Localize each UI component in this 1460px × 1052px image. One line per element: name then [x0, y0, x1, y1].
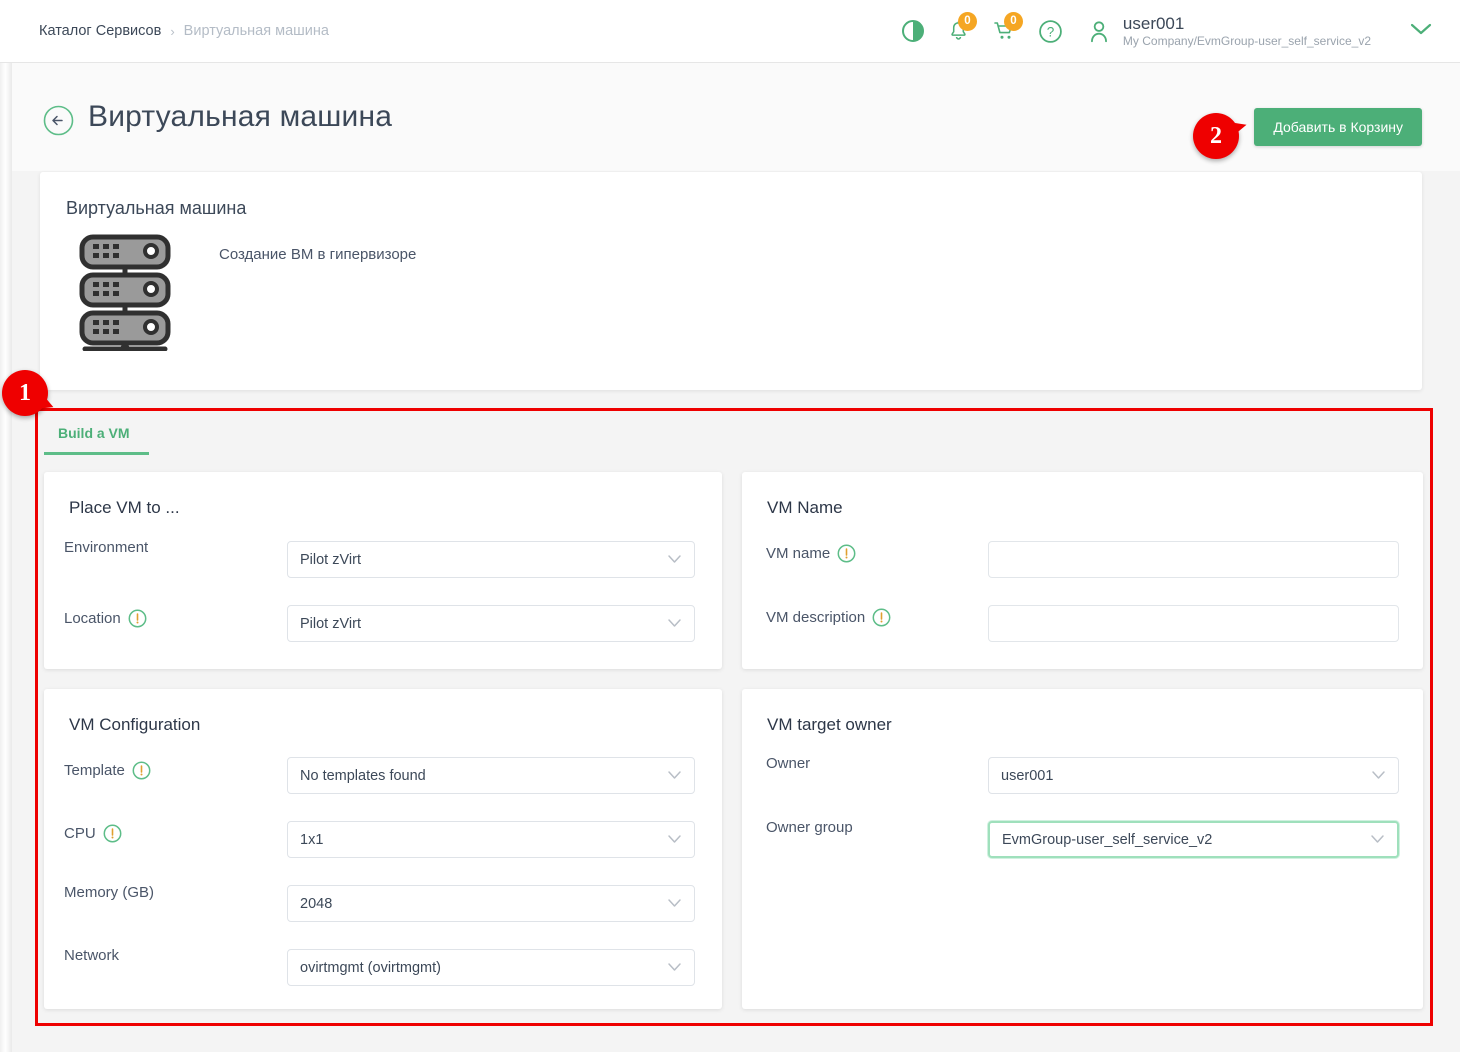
notifications-count-badge: 0	[957, 12, 977, 31]
field-vm-description: VM description	[766, 608, 891, 627]
app-root: Каталог Сервисов › Виртуальная машина 0	[0, 0, 1460, 1052]
panel-vm-configuration-title: VM Configuration	[69, 715, 201, 734]
breadcrumb-current: Виртуальная машина	[183, 23, 329, 39]
field-location-text: Location	[64, 610, 121, 627]
user-menu[interactable]: user001 My Company/EvmGroup-user_self_se…	[1086, 13, 1434, 49]
owner-group-select[interactable]: EvmGroup-user_self_service_v2	[988, 821, 1399, 858]
user-icon	[1090, 20, 1107, 42]
annotation-marker-2: 2	[1193, 113, 1239, 159]
svg-text:?: ?	[1047, 24, 1055, 39]
panel-vm-target-owner-title: VM target owner	[767, 715, 892, 734]
user-name: user001	[1122, 13, 1185, 33]
field-memory-label: Memory (GB)	[64, 884, 154, 901]
field-owner: Owner	[766, 755, 810, 772]
user-menu-chevron[interactable]	[1408, 21, 1434, 42]
field-vm-description-text: VM description	[766, 609, 866, 626]
field-environment: Environment	[64, 539, 148, 556]
annotation-marker-1: 1	[2, 370, 48, 416]
vm-name-input[interactable]	[988, 541, 1399, 578]
add-to-cart-button[interactable]: Добавить в Корзину	[1254, 108, 1422, 146]
field-environment-label: Environment	[64, 539, 149, 556]
location-select-value: Pilot zVirt	[300, 615, 361, 632]
top-bar-actions: 0 0 ? user001 My Company/EvmGroup-user_s…	[890, 9, 1434, 53]
chevron-down-icon	[1410, 23, 1432, 34]
collapsed-sidebar-rail[interactable]	[0, 63, 12, 1052]
field-vm-name: VM name	[766, 544, 856, 563]
template-select[interactable]: No templates found	[287, 757, 695, 794]
user-organization: My Company/EvmGroup-user_self_service_v2	[1122, 34, 1371, 49]
environment-select-value: Pilot zVirt	[300, 551, 361, 568]
required-info-icon	[872, 608, 891, 627]
breadcrumb-root-link[interactable]: Каталог Сервисов	[39, 23, 161, 39]
panel-vm-name-title: VM Name	[767, 498, 843, 517]
cart-count-badge: 0	[1003, 12, 1023, 31]
chevron-down-icon	[667, 960, 682, 976]
chevron-down-icon	[667, 832, 682, 848]
field-owner-label: Owner	[766, 755, 811, 772]
field-cpu-text: CPU	[64, 825, 96, 842]
service-description: Создание ВМ в гипервизоре	[219, 246, 417, 263]
back-button[interactable]	[43, 105, 74, 136]
owner-select-value: user001	[1001, 767, 1054, 784]
panel-place-vm-title: Place VM to ...	[69, 498, 180, 517]
field-template: Template	[64, 761, 151, 780]
field-template-label: Template	[64, 761, 151, 780]
field-network-label: Network	[64, 947, 120, 964]
tab-active-indicator	[44, 452, 149, 455]
required-info-icon	[128, 609, 147, 628]
network-select-value: ovirtmgmt (ovirtmgmt)	[300, 959, 441, 976]
field-vm-description-label: VM description	[766, 608, 891, 627]
memory-select[interactable]: 2048	[287, 885, 695, 922]
required-info-icon	[103, 824, 122, 843]
cpu-select-value: 1x1	[300, 831, 324, 848]
breadcrumb: Каталог Сервисов › Виртуальная машина	[39, 23, 329, 39]
field-location-label: Location	[64, 609, 147, 628]
server-stack-icon	[79, 234, 171, 354]
page-title: Виртуальная машина	[88, 100, 393, 133]
help-button[interactable]: ?	[1028, 9, 1074, 53]
chevron-down-icon	[1370, 832, 1385, 848]
memory-select-value: 2048	[300, 895, 333, 912]
notifications-button[interactable]: 0	[936, 9, 982, 53]
location-select[interactable]: Pilot zVirt	[287, 605, 695, 642]
field-vm-name-label: VM name	[766, 544, 856, 563]
breadcrumb-separator-icon: ›	[170, 23, 175, 39]
network-select[interactable]: ovirtmgmt (ovirtmgmt)	[287, 949, 695, 986]
field-template-text: Template	[64, 762, 125, 779]
tab-strip: Build a VM	[44, 415, 1424, 463]
cpu-select[interactable]: 1x1	[287, 821, 695, 858]
chevron-down-icon	[667, 768, 682, 784]
help-icon: ?	[1039, 19, 1063, 43]
back-arrow-icon	[43, 105, 74, 136]
chevron-down-icon	[667, 896, 682, 912]
top-navigation-bar: Каталог Сервисов › Виртуальная машина 0	[0, 0, 1460, 63]
vm-description-input[interactable]	[988, 605, 1399, 642]
service-card-body: Создание ВМ в гипервизоре	[40, 233, 1422, 356]
field-cpu: CPU	[64, 824, 122, 843]
field-owner-group-label: Owner group	[766, 819, 853, 836]
required-info-icon	[837, 544, 856, 563]
contrast-toggle-button[interactable]	[890, 9, 936, 53]
service-summary-card: Виртуальная машина Создание ВМ в гиперви…	[40, 172, 1422, 390]
field-cpu-label: CPU	[64, 824, 122, 843]
environment-select[interactable]: Pilot zVirt	[287, 541, 695, 578]
service-icon	[70, 233, 180, 356]
field-location: Location	[64, 609, 147, 628]
service-card-title: Виртуальная машина	[66, 198, 247, 218]
field-owner-group: Owner group	[766, 819, 853, 836]
owner-select[interactable]: user001	[988, 757, 1399, 794]
tab-build-a-vm[interactable]: Build a VM	[58, 425, 130, 453]
user-info: user001 My Company/EvmGroup-user_self_se…	[1123, 13, 1371, 49]
template-select-value: No templates found	[300, 767, 426, 784]
field-network: Network	[64, 947, 119, 964]
chevron-down-icon	[667, 552, 682, 568]
owner-group-select-value: EvmGroup-user_self_service_v2	[1002, 831, 1213, 848]
contrast-icon	[901, 20, 924, 42]
chevron-down-icon	[667, 616, 682, 632]
field-memory: Memory (GB)	[64, 884, 154, 901]
field-vm-name-text: VM name	[766, 545, 831, 562]
chevron-down-icon	[1371, 768, 1386, 784]
shopping-cart-button[interactable]: 0	[982, 9, 1028, 53]
required-info-icon	[132, 761, 151, 780]
